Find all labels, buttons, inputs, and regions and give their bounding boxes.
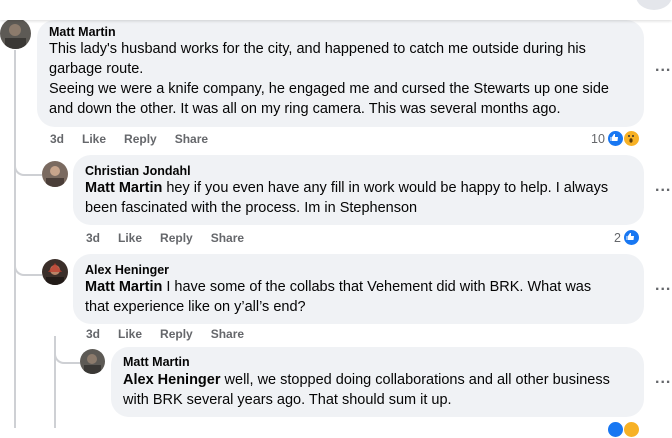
reaction-count[interactable]: 10 bbox=[591, 132, 605, 146]
avatar[interactable] bbox=[42, 161, 68, 187]
top-bar-button[interactable] bbox=[636, 0, 672, 10]
thread-connector bbox=[14, 250, 42, 276]
avatar-photo bbox=[42, 161, 68, 187]
avatar[interactable] bbox=[80, 349, 105, 374]
thread-connector bbox=[14, 150, 42, 176]
comment-text: This lady's husband works for the city, … bbox=[49, 39, 639, 119]
wow-reaction-icon bbox=[623, 130, 640, 147]
more-options-icon[interactable]: ... bbox=[655, 58, 671, 76]
share-button[interactable]: Share bbox=[211, 327, 244, 341]
avatar[interactable] bbox=[42, 259, 68, 285]
comment-line: and down the other. It was all on my rin… bbox=[49, 101, 561, 117]
comment-line: well, we stopped doing collaborations an… bbox=[220, 372, 610, 388]
comment-author[interactable]: Matt Martin bbox=[123, 355, 190, 369]
reply-button[interactable]: Reply bbox=[160, 231, 193, 245]
thread-line bbox=[14, 50, 16, 428]
mention-link[interactable]: Matt Martin bbox=[85, 279, 162, 295]
timestamp[interactable]: 3d bbox=[50, 132, 64, 146]
avatar-photo bbox=[0, 18, 31, 49]
comment-line: I have some of the collabs that Vehement… bbox=[162, 279, 592, 295]
timestamp[interactable]: 3d bbox=[86, 327, 100, 341]
comment-line: hey if you even have any fill in work wo… bbox=[162, 180, 609, 196]
comment-author[interactable]: Christian Jondahl bbox=[85, 164, 191, 178]
comment-actions: 3d Like Reply Share bbox=[86, 231, 262, 245]
like-reaction-icon bbox=[623, 229, 640, 246]
reply-button[interactable]: Reply bbox=[160, 327, 193, 341]
share-button[interactable]: Share bbox=[211, 231, 244, 245]
comment-line: This lady's husband works for the city, … bbox=[49, 41, 586, 57]
comment-bubble: Matt Martin Alex Heninger well, we stopp… bbox=[111, 347, 644, 417]
comment-text: Alex Heninger well, we stopped doing col… bbox=[123, 370, 638, 410]
like-button[interactable]: Like bbox=[82, 132, 106, 146]
timestamp[interactable]: 3d bbox=[86, 231, 100, 245]
like-button[interactable]: Like bbox=[118, 231, 142, 245]
comment-line: Seeing we were a knife company, he engag… bbox=[49, 81, 609, 97]
comment-line: been fascinated with the process. Im in … bbox=[85, 200, 418, 216]
comment-bubble: Christian Jondahl Matt Martin hey if you… bbox=[73, 155, 644, 225]
comment-bubble: Matt Martin This lady's husband works fo… bbox=[37, 20, 644, 127]
comment-line: garbage route. bbox=[49, 61, 144, 77]
top-bar bbox=[0, 0, 672, 20]
comment-actions: 3d Like Reply Share bbox=[86, 327, 262, 341]
comment-bubble: Alex Heninger Matt Martin I have some of… bbox=[73, 254, 644, 324]
share-button[interactable]: Share bbox=[175, 132, 208, 146]
wow-reaction-icon bbox=[623, 421, 640, 438]
comment-author[interactable]: Alex Heninger bbox=[85, 263, 169, 277]
like-reaction-icon bbox=[607, 421, 624, 438]
reply-button[interactable]: Reply bbox=[124, 132, 157, 146]
mention-link[interactable]: Alex Heninger bbox=[123, 372, 221, 388]
avatar-photo bbox=[80, 349, 105, 374]
like-reaction-icon bbox=[607, 130, 624, 147]
comment-author[interactable]: Matt Martin bbox=[49, 25, 116, 39]
comment-text: Matt Martin I have some of the collabs t… bbox=[85, 277, 640, 317]
avatar[interactable] bbox=[0, 18, 31, 49]
more-options-icon[interactable]: ... bbox=[655, 178, 671, 196]
avatar-photo bbox=[42, 259, 68, 285]
like-button[interactable]: Like bbox=[118, 327, 142, 341]
mention-link[interactable]: Matt Martin bbox=[85, 180, 162, 196]
more-options-icon[interactable]: ... bbox=[655, 277, 671, 295]
comment-line: that experience like on y’all’s end? bbox=[85, 299, 306, 315]
comment-actions: 3d Like Reply Share bbox=[50, 132, 226, 146]
comment-line: with BRK several years ago. That should … bbox=[123, 392, 452, 408]
reaction-count[interactable]: 2 bbox=[614, 231, 621, 245]
thread-connector bbox=[54, 336, 80, 364]
more-options-icon[interactable]: ... bbox=[655, 370, 671, 388]
comment-text: Matt Martin hey if you even have any fil… bbox=[85, 178, 640, 218]
